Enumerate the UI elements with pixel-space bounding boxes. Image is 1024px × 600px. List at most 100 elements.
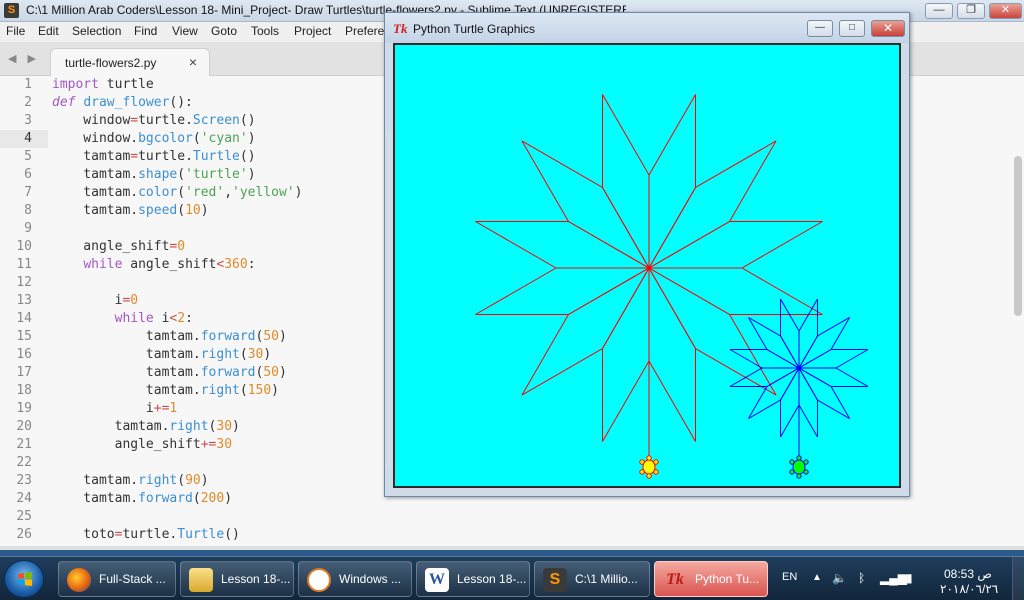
taskbar-label: Windows ... (339, 572, 402, 586)
code-line[interactable]: tamtam.right(150) (52, 382, 279, 400)
line-number: 14 (16, 311, 32, 326)
code-line[interactable]: window.bgcolor('cyan') (52, 130, 255, 148)
menu-file[interactable]: File (6, 24, 25, 38)
code-line[interactable]: tamtam.forward(50) (52, 328, 287, 346)
code-line[interactable]: tamtam.forward(200) (52, 490, 232, 508)
code-line[interactable]: import turtle (52, 76, 154, 94)
line-number: 24 (16, 491, 32, 506)
menu-view[interactable]: View (172, 24, 198, 38)
volume-icon[interactable]: 🔈 (832, 571, 847, 585)
code-line[interactable]: i+=1 (52, 400, 177, 418)
show-desktop-button[interactable] (1012, 557, 1024, 600)
bluetooth-icon[interactable]: ᛒ (858, 571, 865, 585)
line-number: 26 (16, 527, 32, 542)
code-line[interactable]: tamtam.shape('turtle') (52, 166, 255, 184)
menu-selection[interactable]: Selection (72, 24, 121, 38)
petal-stroke (602, 187, 650, 269)
status-bar (0, 546, 1024, 550)
network-signal-icon[interactable]: ▂▄▆ (880, 571, 907, 585)
line-number: 21 (16, 437, 32, 452)
code-line[interactable]: toto=turtle.Turtle() (52, 526, 240, 544)
turtle-sprite-icon (789, 455, 809, 479)
code-line[interactable]: angle_shift=0 (52, 238, 185, 256)
editor-scrollbar[interactable] (1014, 156, 1022, 316)
code-line[interactable]: tamtam.right(30) (52, 346, 271, 364)
taskbar-firefox[interactable]: Full-Stack ... (58, 561, 176, 597)
line-number: 16 (16, 347, 32, 362)
code-line[interactable]: i=0 (52, 292, 139, 310)
clock-time[interactable]: 08:53 ص (944, 567, 992, 581)
menu-edit[interactable]: Edit (38, 24, 59, 38)
code-line[interactable]: window=turtle.Screen() (52, 112, 255, 130)
line-number: 3 (24, 113, 32, 128)
menu-tools[interactable]: Tools (251, 24, 279, 38)
taskbar-sublime[interactable]: S C:\1 Millio... (534, 561, 650, 597)
line-number: 1 (24, 77, 32, 92)
petal-stroke (648, 267, 696, 349)
taskbar-label: Full-Stack ... (99, 572, 166, 586)
code-line[interactable]: tamtam.speed(10) (52, 202, 208, 220)
turtle-close-button[interactable]: ✕ (871, 20, 905, 37)
tk-icon: Tk (666, 571, 684, 588)
petal-stroke (602, 267, 650, 349)
petal-stroke (741, 221, 823, 269)
turtle-window-titlebar[interactable]: Tk Python Turtle Graphics — □ ✕ (385, 13, 909, 43)
turtle-minimize-button[interactable]: — (807, 20, 833, 37)
tab-close-icon[interactable]: × (189, 54, 197, 70)
taskbar-folder[interactable]: Lesson 18-... (180, 561, 294, 597)
clock-date[interactable]: ٢٠١٨/٠٦/٢٦ (940, 582, 998, 596)
menu-preferences[interactable]: Prefere (345, 24, 384, 38)
flower-drawing (475, 94, 869, 479)
taskbar-word[interactable]: W Lesson 18-... (416, 561, 530, 597)
tab-turtle-flowers2[interactable]: turtle-flowers2.py × (50, 48, 210, 76)
code-line[interactable]: angle_shift+=30 (52, 436, 232, 454)
petal-stroke (648, 360, 696, 442)
petal-stroke (648, 267, 730, 315)
petal-stroke (475, 267, 557, 315)
line-number: 22 (16, 455, 32, 470)
turtle-maximize-button[interactable]: □ (839, 20, 865, 37)
tab-scroll-arrows-icon[interactable]: ◀ ▶ (8, 52, 40, 65)
code-line[interactable]: def draw_flower(): (52, 94, 193, 112)
code-line[interactable]: tamtam.right(90) (52, 472, 208, 490)
menu-goto[interactable]: Goto (211, 24, 237, 38)
petal-stroke (521, 348, 603, 396)
minimize-button[interactable]: — (925, 3, 953, 19)
start-button[interactable] (4, 560, 44, 598)
petal-stroke (568, 267, 650, 315)
show-hidden-icons-icon[interactable]: ▲ (812, 572, 822, 583)
petal-stroke (729, 140, 777, 222)
line-number: 5 (24, 149, 32, 164)
code-line[interactable]: tamtam.right(30) (52, 418, 240, 436)
line-number: 8 (24, 203, 32, 218)
turtle-window-title: Python Turtle Graphics (413, 22, 536, 36)
line-number: 12 (16, 275, 32, 290)
line-number: 17 (16, 365, 32, 380)
taskbar-label: Lesson 18-... (221, 572, 291, 586)
windows-logo-icon (18, 572, 32, 586)
folder-icon (189, 568, 213, 592)
code-line[interactable]: tamtam=turtle.Turtle() (52, 148, 255, 166)
menu-project[interactable]: Project (294, 24, 331, 38)
line-number: 2 (24, 95, 32, 110)
code-line[interactable]: tamtam.forward(50) (52, 364, 287, 382)
petal-stroke (798, 404, 818, 438)
line-number: 11 (16, 257, 32, 272)
taskbar-python-turtle[interactable]: Tk Python Tu... (654, 561, 768, 597)
line-number: 10 (16, 239, 32, 254)
petal-stroke (695, 140, 777, 188)
maximize-button[interactable]: ❐ (957, 3, 985, 19)
code-line[interactable]: while angle_shift<360: (52, 256, 255, 274)
battery-icon[interactable]: ▮ (906, 571, 913, 585)
taskbar-media-player[interactable]: Windows ... (298, 561, 412, 597)
language-indicator[interactable]: EN (782, 571, 797, 583)
code-line[interactable]: tamtam.color('red','yellow') (52, 184, 302, 202)
menu-find[interactable]: Find (134, 24, 157, 38)
line-number: 15 (16, 329, 32, 344)
code-line[interactable]: while i<2: (52, 310, 193, 328)
petal-stroke (602, 360, 650, 442)
turtle-canvas[interactable] (393, 43, 901, 488)
taskbar-label: C:\1 Millio... (575, 572, 638, 586)
line-number: 13 (16, 293, 32, 308)
close-button[interactable]: ✕ (989, 3, 1022, 19)
